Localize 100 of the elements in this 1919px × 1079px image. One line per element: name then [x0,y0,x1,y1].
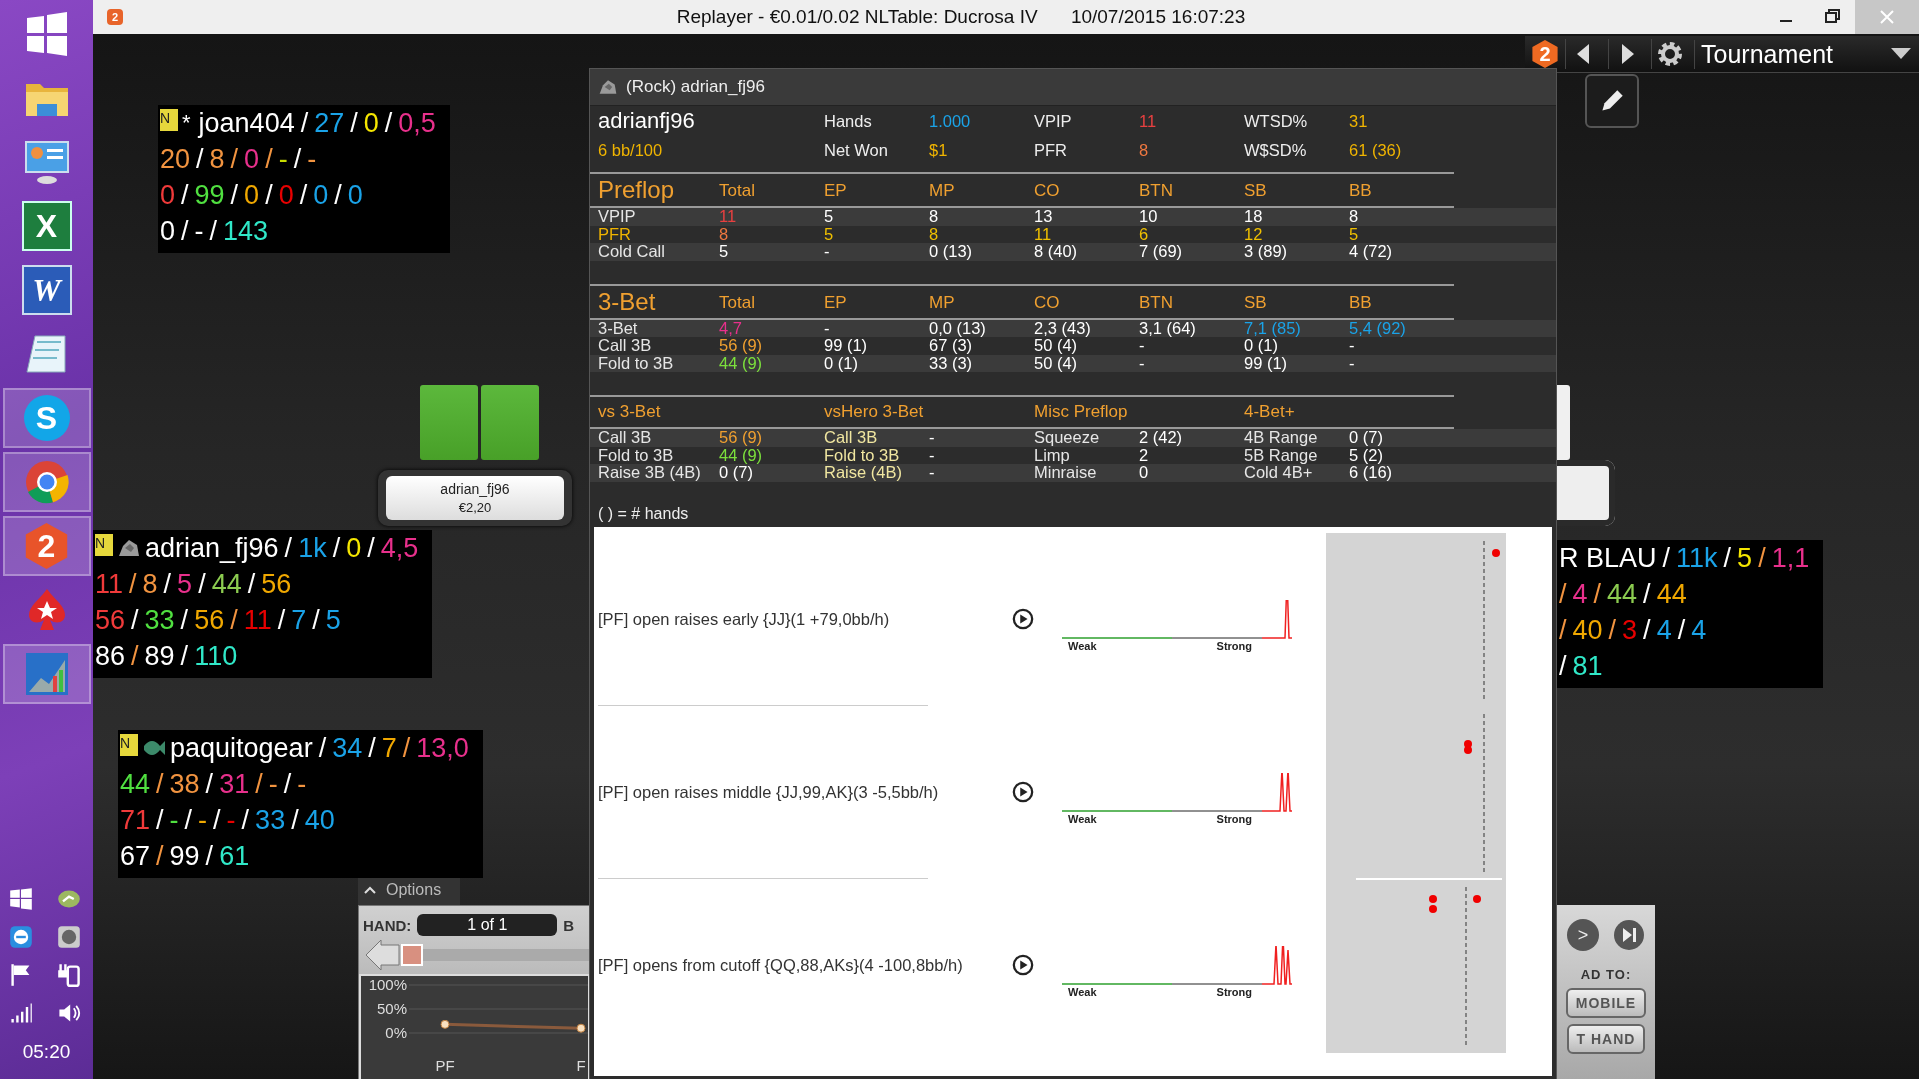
column-header: Total [719,180,756,202]
hud-stat: / [1723,542,1732,575]
column-header: MP [929,291,956,314]
table-cell-text: 4,7 [719,319,743,337]
hud-stat: / [184,804,193,837]
table-cell-text: - [1139,354,1146,372]
note-badge[interactable]: N [120,734,138,756]
weak-label: Weak [1068,813,1097,825]
replay-button[interactable]: T HAND [1566,1024,1646,1054]
back-arrow-icon[interactable] [365,939,401,971]
mode-dropdown[interactable]: Tournament [1694,39,1919,69]
axis-label: F [576,1057,586,1074]
section-title: 3-Bet [598,287,657,316]
table-cell-text: 50 (4) [1034,354,1079,372]
play-icon[interactable] [1012,608,1034,630]
row-label: Cold 4B+ [1244,464,1313,482]
hud-stat: paquitogear [170,732,313,765]
table-cell-text: 0 (7) [719,464,753,482]
play-icon[interactable] [1012,781,1034,803]
hud-stat: / [230,179,239,212]
hud-stat: 44 [211,568,242,601]
skip-end-icon[interactable] [1613,919,1645,951]
table-cell-text: 0 (13) [929,243,974,261]
row-label: Limp [1034,446,1070,464]
hud-stat: / [284,532,293,565]
play-icon[interactable] [1012,954,1034,976]
hud-stat: 4 [1572,578,1588,611]
next-button[interactable]: > [1567,919,1599,951]
hand-label: B [563,916,575,934]
hud-stat: 4,5 [380,532,419,565]
battery-icon[interactable] [56,963,81,987]
hud-stat: 0 [347,179,363,212]
column-header: EP [824,180,848,202]
hud-stat: / [180,604,189,637]
hud-stat: / [367,532,375,565]
monitor-icon[interactable] [22,138,71,186]
column-header: MP [929,180,956,202]
hud-stat: / [131,640,139,673]
hud-stat: 0 [346,532,362,565]
seat-plate[interactable]: adrian_fj96 €2,20 [378,470,572,526]
document-icon[interactable]: W [21,265,72,315]
table-cell-text: 4 (72) [1349,243,1394,261]
hud-stat: - [268,768,278,801]
windows-icon[interactable] [8,887,33,911]
hud-stat: / [1643,578,1651,611]
table-cell-text: - [1349,354,1356,372]
column-header: BTN [1139,180,1174,202]
hud-stat: / [312,604,320,637]
table-cell-text: 3 (89) [1244,243,1289,261]
row-label: VPIP [598,208,637,226]
hud-stat: adrian_fj96 [145,532,279,565]
hud-stat: / [255,768,263,801]
row-label: Call 3B [824,429,879,447]
edit-button[interactable] [1585,74,1639,128]
signal-icon[interactable] [8,1001,33,1025]
table-cell-text: 13 [1034,208,1054,226]
hand-field[interactable]: 1 of 1 [417,914,558,936]
table-cell-text: 6 [1139,225,1150,243]
note-badge[interactable]: N [160,109,178,131]
hud-stat: 11k [1676,542,1718,575]
row-label: Call 3B [598,337,653,355]
replay-button[interactable]: MOBILE [1565,988,1647,1018]
table-cell-text: - [929,446,936,464]
weak-label: Weak [1068,640,1097,652]
hud-stat: / [205,768,214,801]
column-header: BB [1349,291,1373,314]
hud-stat: / [277,604,286,637]
table-cell-text: - [1139,337,1146,355]
table-cell-text: 5,4 (92) [1349,319,1407,337]
row-label: 3-Bet [598,319,639,337]
footnote: ( ) = # hands [597,503,690,524]
table-cell-text: 6 (16) [1349,464,1394,482]
chart-point [440,1019,450,1029]
dot [1473,894,1481,903]
row-label: Fold to 3B [598,354,675,372]
hud-stat: / [198,568,206,601]
slider-thumb[interactable] [401,944,423,966]
hud-stat: 0 [244,179,260,212]
dot [1492,548,1500,557]
hud-stat: 20 [160,143,191,176]
spreadsheet-icon[interactable]: X [21,201,72,251]
popup-title: (Rock) adrian_fj96 [626,77,765,97]
table-cell-text: 0 (1) [1244,337,1278,355]
hud-stat: 40 [1572,614,1603,647]
hud-stat: 4 [1656,614,1672,647]
section-title: vs 3-Bet [598,401,662,423]
hud-stat: 1k [298,532,327,565]
table-cell-text: 44 (9) [719,354,764,372]
tray-app-icon[interactable] [56,925,81,949]
hud-stat: 71 [120,804,151,837]
hud-stat: 1,1 [1771,542,1810,575]
hud-stat: / [318,732,327,765]
table-cell-text: 8 [929,225,940,243]
table-cell-text: 99 (1) [1244,354,1289,372]
hud-stat: - [297,768,307,801]
hud-stat: / [1643,614,1651,647]
table-cell-text: 11 [719,208,738,226]
table-cell-text: 2,3 (43) [1034,319,1092,337]
note-badge[interactable]: N [95,534,113,556]
window-title: Replayer - €0.01/0.02 NLTable: Ducrosa IV [676,6,1038,27]
